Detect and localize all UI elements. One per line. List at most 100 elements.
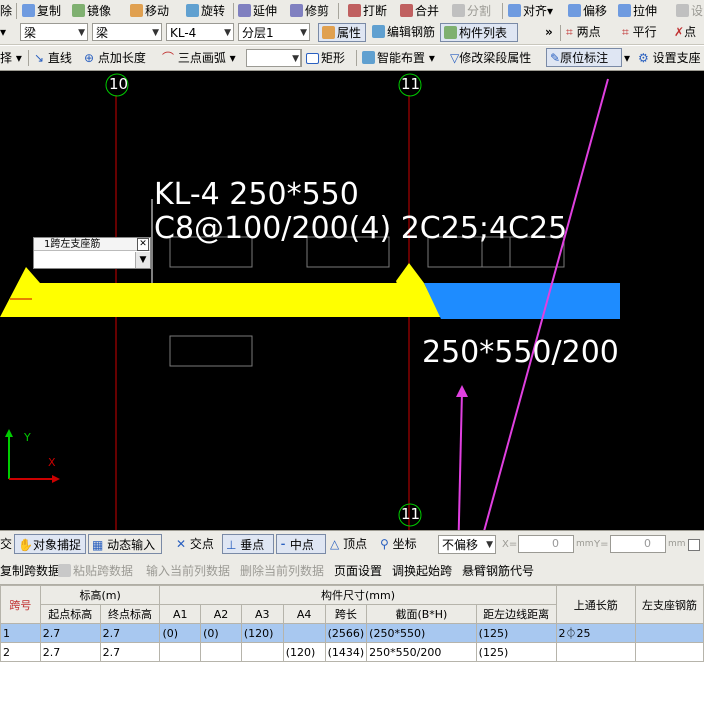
cell-section[interactable]: (250*550): [366, 623, 477, 643]
cell-span-length[interactable]: (2566): [324, 623, 368, 643]
intersect-toggle[interactable]: 交: [0, 535, 12, 554]
line-button[interactable]: ↘ 直线: [34, 47, 72, 69]
page-setup-button[interactable]: 页面设置: [334, 561, 382, 581]
drawing-canvas[interactable]: 10 11 11 KL-4 250*550 C8@100/200(4) 2C25…: [0, 71, 704, 530]
object-snap-toggle[interactable]: ✋对象捕捉: [14, 534, 86, 554]
cell-end-elev[interactable]: 2.7: [99, 623, 161, 643]
x-input[interactable]: 0: [518, 535, 574, 553]
rotate-button[interactable]: 旋转: [186, 0, 225, 22]
col-header-end-elev[interactable]: 终点标高: [99, 604, 161, 624]
delete-button[interactable]: 除: [0, 0, 12, 22]
cell-span-no[interactable]: 2: [0, 642, 41, 662]
parallel-button[interactable]: ⌗ 平行: [622, 22, 657, 44]
cell-span-no[interactable]: 1: [0, 623, 41, 643]
merge-button[interactable]: 合并: [400, 0, 439, 22]
three-point-arc-button[interactable]: ⌒ 三点画弧 ▾: [162, 47, 236, 69]
split-button[interactable]: 分割: [452, 0, 491, 22]
cell-dist-left[interactable]: (125): [475, 623, 557, 643]
col-header-start-elev[interactable]: 起点标高: [39, 604, 101, 624]
vertex-toggle[interactable]: △ 顶点: [330, 535, 367, 554]
col-header-section[interactable]: 截面(B*H): [366, 604, 477, 624]
select-button[interactable]: 择 ▾: [0, 47, 22, 69]
dropdown-arrow[interactable]: ▾: [0, 22, 6, 44]
col-header-a1[interactable]: A1: [159, 604, 202, 624]
stretch-button[interactable]: 拉伸: [618, 0, 657, 22]
col-header-left-support-rebar[interactable]: 左支座钢筋: [635, 585, 704, 624]
copy-span-data-button[interactable]: 复制跨数据: [0, 561, 60, 581]
settings-button[interactable]: 设: [676, 0, 703, 22]
coordinate-toggle[interactable]: ⚲ 坐标: [380, 535, 417, 554]
two-point-button[interactable]: ⌗ 两点: [566, 22, 601, 44]
modify-span-button[interactable]: ▽修改梁段属性: [450, 47, 531, 69]
extend-button[interactable]: 延伸: [238, 0, 277, 22]
cell-top-long-rebar[interactable]: [555, 642, 637, 662]
point-length-button[interactable]: ⊕ 点加长度: [84, 47, 146, 69]
point-button[interactable]: ✗点: [674, 22, 696, 44]
beam-label-name[interactable]: KL-4 250*550: [154, 177, 359, 212]
col-header-dist-left[interactable]: 距左边线距离: [475, 604, 557, 624]
cross-point-toggle[interactable]: ✕ 交点: [176, 535, 214, 554]
edit-rebar-button[interactable]: 编辑钢筋: [372, 22, 435, 44]
cell-a4[interactable]: [282, 623, 326, 643]
layer-select[interactable]: 分层1 ▼: [238, 23, 310, 41]
move-button[interactable]: 移动: [130, 0, 169, 22]
input-column-button[interactable]: 输入当前列数据: [146, 561, 230, 581]
popup-input[interactable]: [34, 252, 138, 268]
delete-column-button[interactable]: 删除当前列数据: [240, 561, 324, 581]
trim-button[interactable]: 修剪: [290, 0, 329, 22]
arc-mode-select[interactable]: ▼: [246, 49, 302, 67]
beam-label-rebar[interactable]: C8@100/200(4) 2C25;4C25: [154, 211, 567, 246]
overflow-chevron[interactable]: »: [545, 22, 553, 44]
table-row[interactable]: 1 2.7 2.7 (0) (0) (120) (2566) (250*550)…: [0, 623, 704, 643]
close-icon[interactable]: ✕: [137, 238, 149, 251]
paste-span-data-button[interactable]: 粘贴跨数据: [58, 561, 133, 581]
col-header-a3[interactable]: A3: [240, 604, 284, 624]
member-select[interactable]: KL-4 ▼: [166, 23, 234, 41]
col-header-a4[interactable]: A4: [282, 604, 326, 624]
midpoint-toggle[interactable]: ⁃ 中点: [276, 534, 326, 554]
annotation-dropdown[interactable]: ▾: [624, 47, 630, 69]
col-header-member-size[interactable]: 构件尺寸(mm): [159, 585, 557, 605]
cell-left-support-rebar[interactable]: [635, 642, 704, 662]
offset-mode-select[interactable]: 不偏移 ▼: [438, 535, 496, 554]
cantilever-rebar-code-button[interactable]: 悬臂钢筋代号: [462, 561, 534, 581]
cell-dist-left[interactable]: (125): [475, 642, 557, 662]
cell-a3[interactable]: [240, 642, 284, 662]
section-label[interactable]: 250*550/200: [422, 335, 619, 370]
properties-button[interactable]: 属性: [318, 23, 366, 42]
copy-button[interactable]: 复制: [22, 0, 61, 22]
y-input[interactable]: 0: [610, 535, 666, 553]
cell-start-elev[interactable]: 2.7: [39, 623, 101, 643]
member-list-button[interactable]: 构件列表: [440, 23, 518, 42]
in-place-annotation-button[interactable]: ✎原位标注: [546, 48, 622, 67]
col-header-top-long-rebar[interactable]: 上通长筋: [555, 585, 637, 624]
cell-a2[interactable]: (0): [200, 623, 242, 643]
dynamic-input-toggle[interactable]: ▦ 动态输入: [88, 534, 162, 554]
option-checkbox[interactable]: [688, 539, 700, 551]
beam-span-2[interactable]: [424, 283, 620, 319]
mirror-button[interactable]: 镜像: [72, 0, 111, 22]
cell-a2[interactable]: [200, 642, 242, 662]
chevron-down-icon[interactable]: ▼: [135, 252, 150, 268]
category-select[interactable]: 梁 ▼: [20, 23, 88, 41]
cell-left-support-rebar[interactable]: [635, 623, 704, 643]
col-header-elevation[interactable]: 标高(m): [39, 585, 161, 605]
cell-a1[interactable]: [159, 642, 202, 662]
perpendicular-toggle[interactable]: ⊥ 垂点: [222, 534, 274, 554]
align-button[interactable]: 对齐▾: [508, 0, 553, 22]
col-header-span-length[interactable]: 跨长: [324, 604, 368, 624]
set-support-button[interactable]: ⚙ 设置支座: [638, 47, 701, 69]
col-header-span-no[interactable]: 跨号: [0, 585, 41, 624]
beam-span-1[interactable]: [0, 267, 409, 317]
cell-a1[interactable]: (0): [159, 623, 202, 643]
swap-start-span-button[interactable]: 调换起始跨: [392, 561, 452, 581]
offset-button[interactable]: 偏移: [568, 0, 607, 22]
break-button[interactable]: 打断: [348, 0, 387, 22]
type-select[interactable]: 梁 ▼: [92, 23, 162, 41]
cell-top-long-rebar[interactable]: 2⏀25: [555, 623, 637, 643]
col-header-a2[interactable]: A2: [200, 604, 242, 624]
cell-span-length[interactable]: (1434): [324, 642, 368, 662]
cell-section[interactable]: 250*550/200: [366, 642, 477, 662]
table-row[interactable]: 2 2.7 2.7 (120) (1434) 250*550/200 (125): [0, 642, 704, 662]
smart-place-button[interactable]: 智能布置 ▾: [362, 47, 435, 69]
